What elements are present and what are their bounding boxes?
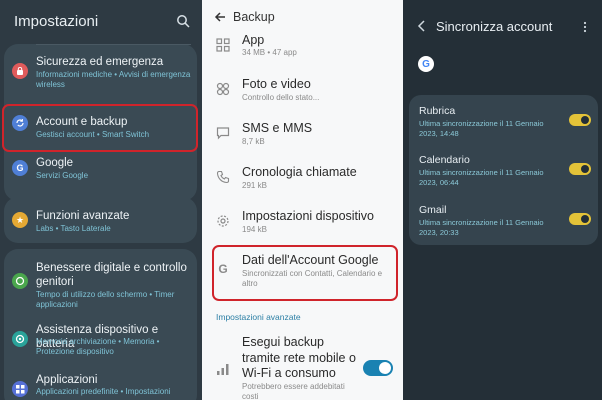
settings-card-device: Benessere digitale e controllo genitori … — [4, 249, 197, 400]
star-icon: ★ — [12, 212, 28, 228]
back-arrow-icon[interactable] — [214, 11, 226, 23]
toggle-knob — [581, 116, 589, 124]
backup-item-photos[interactable]: Foto e video Controllo dello stato... — [202, 76, 403, 106]
wellbeing-icon — [12, 273, 28, 289]
sync-item-contacts[interactable]: Rubrica Ultima sincronizzazione il 11 Ge… — [409, 104, 598, 144]
signal-icon — [217, 364, 229, 375]
backup-title: Backup — [233, 10, 275, 24]
google-logo-icon: G — [418, 56, 434, 72]
settings-item-subtitle: Servizi Google — [36, 171, 89, 180]
backup-item-label: Esegui backup tramite rete mobile o Wi-F… — [242, 335, 356, 380]
call-log-icon — [216, 170, 230, 184]
sync-toggle-calendar[interactable] — [569, 163, 591, 175]
backup-item-label: Foto e video — [242, 77, 311, 91]
sync-item-label: Rubrica — [419, 105, 456, 117]
highlight-box-account-backup — [2, 104, 198, 152]
sync-item-subtitle: Ultima sincronizzazione il 11 Gennaio 20… — [419, 119, 544, 138]
sync-panel: Sincronizza account G Rubrica Ultima sin… — [403, 0, 602, 400]
toggle-knob — [581, 165, 589, 173]
settings-item-subtitle: Applicazioni predefinite • Impostazioni — [36, 387, 171, 396]
apps-grid-icon — [216, 38, 230, 52]
settings-item-label: Google — [36, 157, 74, 169]
backup-item-subtitle: 8,7 kB — [242, 137, 265, 146]
backup-item-apps[interactable]: App 34 MB • 47 app — [202, 32, 403, 60]
settings-item-device-care[interactable]: Assistenza dispositivo e batteria Memori… — [4, 321, 197, 361]
settings-item-label: Sicurezza ed emergenza — [36, 56, 164, 68]
backup-item-mobile-backup[interactable]: Esegui backup tramite rete mobile o Wi-F… — [202, 334, 403, 400]
toggle-knob — [379, 362, 391, 374]
settings-item-label: Funzioni avanzate — [36, 210, 130, 222]
settings-item-apps[interactable]: Applicazioni Applicazioni predefinite • … — [4, 371, 197, 400]
sync-item-subtitle: Ultima sincronizzazione il 11 Gennaio 20… — [419, 218, 544, 237]
settings-item-google[interactable]: G Google Servizi Google — [4, 154, 197, 184]
settings-header: Impostazioni — [0, 0, 202, 42]
backup-panel: Backup App 34 MB • 47 app Foto e video C… — [202, 0, 403, 400]
backup-item-label: SMS e MMS — [242, 121, 313, 135]
backup-item-label: Impostazioni dispositivo — [242, 209, 375, 223]
backup-item-subtitle: 194 kB — [242, 225, 267, 234]
shield-alert-icon — [12, 63, 28, 79]
sync-toggle-gmail[interactable] — [569, 213, 591, 225]
highlight-box-google-data — [212, 245, 398, 301]
backup-item-call-log[interactable]: Cronologia chiamate 291 kB — [202, 164, 403, 194]
backup-item-subtitle: 291 kB — [242, 181, 267, 190]
settings-item-security[interactable]: Sicurezza ed emergenza Informazioni medi… — [4, 53, 197, 91]
photo-icon — [216, 82, 230, 96]
search-icon[interactable] — [176, 14, 190, 28]
settings-item-label: Applicazioni — [36, 374, 98, 386]
sync-item-label: Calendario — [419, 154, 470, 166]
backup-item-label: App — [242, 33, 265, 47]
section-header-advanced: Impostazioni avanzate — [216, 312, 301, 322]
backup-item-device-settings[interactable]: Impostazioni dispositivo 194 kB — [202, 208, 403, 238]
apps-icon — [12, 381, 28, 397]
toggle-knob — [581, 215, 589, 223]
settings-item-subtitle: Memoria archiviazione • Memoria • Protez… — [36, 337, 160, 356]
settings-panel: Impostazioni Sicurezza ed emergenza Info… — [0, 0, 202, 400]
sync-title: Sincronizza account — [436, 19, 553, 34]
backup-item-subtitle: 34 MB • 47 app — [242, 48, 297, 57]
back-chevron-icon[interactable] — [417, 20, 427, 32]
message-icon — [216, 127, 230, 140]
more-options-icon[interactable] — [583, 21, 587, 33]
sync-item-calendar[interactable]: Calendario Ultima sincronizzazione il 11… — [409, 153, 598, 193]
google-icon: G — [12, 160, 28, 176]
backup-item-label: Cronologia chiamate — [242, 165, 357, 179]
settings-item-subtitle: Informazioni mediche • Avvisi di emergen… — [36, 70, 191, 89]
settings-card-advanced: ★ Funzioni avanzate Labs • Tasto Lateral… — [4, 197, 197, 243]
settings-item-subtitle: Tempo di utilizzo dello schermo • Timer … — [36, 290, 175, 309]
device-care-icon — [12, 331, 28, 347]
sync-item-label: Gmail — [419, 204, 447, 216]
divider — [36, 44, 191, 45]
mobile-backup-toggle[interactable] — [363, 360, 393, 376]
backup-item-sms[interactable]: SMS e MMS 8,7 kB — [202, 120, 403, 150]
backup-item-subtitle: Potrebbero essere addebitati costi — [242, 382, 345, 400]
settings-title: Impostazioni — [14, 13, 99, 30]
sync-item-gmail[interactable]: Gmail Ultima sincronizzazione il 11 Genn… — [409, 203, 598, 243]
backup-item-subtitle: Controllo dello stato... — [242, 93, 320, 102]
sync-toggle-contacts[interactable] — [569, 114, 591, 126]
sync-card: Rubrica Ultima sincronizzazione il 11 Ge… — [409, 95, 598, 245]
sync-item-subtitle: Ultima sincronizzazione il 11 Gennaio 20… — [419, 168, 544, 187]
backup-header: Backup — [202, 0, 403, 34]
gear-icon — [217, 215, 229, 227]
settings-item-wellbeing[interactable]: Benessere digitale e controllo genitori … — [4, 259, 197, 315]
settings-item-label: Benessere digitale e controllo genitori — [36, 262, 187, 288]
settings-item-subtitle: Labs • Tasto Laterale — [36, 224, 111, 233]
settings-item-advanced[interactable]: ★ Funzioni avanzate Labs • Tasto Lateral… — [4, 206, 197, 236]
